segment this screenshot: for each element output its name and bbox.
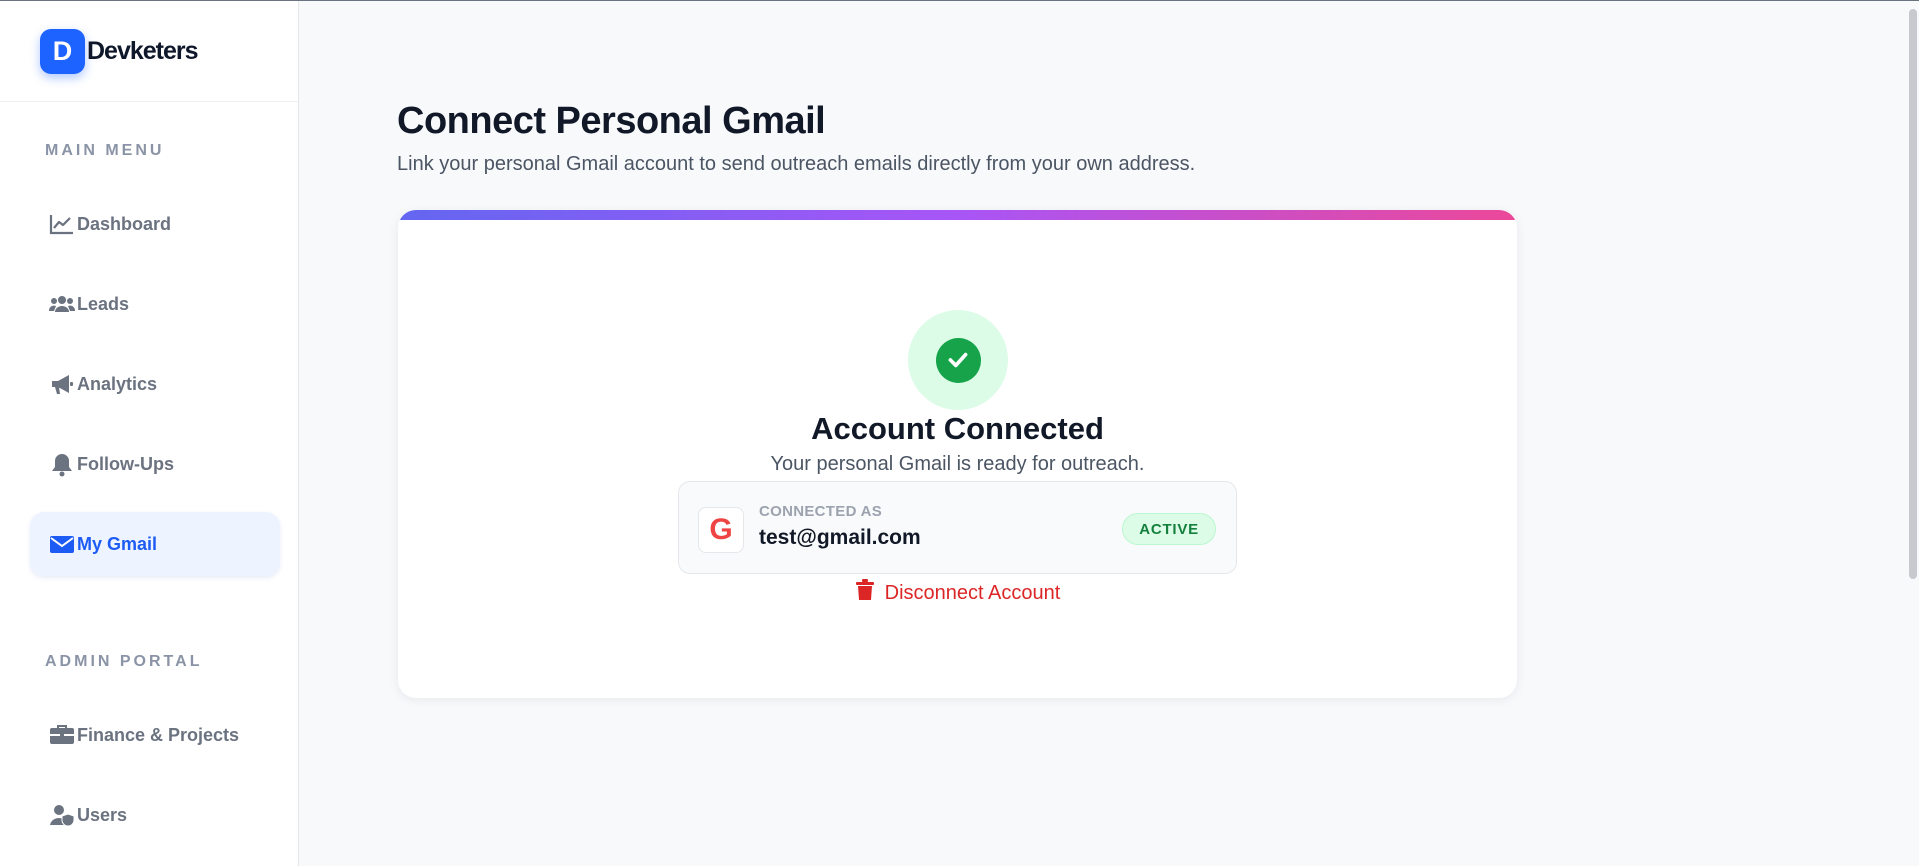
connection-subtitle: Your personal Gmail is ready for outreac… — [770, 453, 1145, 475]
main-menu-label: MAIN MENU — [45, 142, 165, 159]
page-title: Connect Personal Gmail — [397, 100, 826, 142]
envelope-icon — [49, 531, 75, 557]
status-badge: ACTIVE — [1122, 513, 1216, 545]
bell-icon — [49, 451, 75, 477]
connected-email: test@gmail.com — [759, 526, 921, 549]
sidebar-item-my-gmail[interactable]: My Gmail — [30, 512, 280, 576]
check-icon — [935, 337, 981, 383]
sidebar-item-follow-ups[interactable]: Follow-Ups — [30, 432, 280, 496]
sidebar-item-users[interactable]: Users — [30, 783, 280, 847]
google-logo-icon: G — [698, 507, 744, 553]
sidebar-item-dashboard[interactable]: Dashboard — [30, 192, 280, 256]
sidebar-item-label: Users — [77, 804, 128, 825]
sidebar-item-label: Dashboard — [77, 213, 172, 234]
sidebar-item-label: Analytics — [77, 373, 158, 394]
connected-as-label: CONNECTED AS — [759, 503, 883, 520]
admin-portal-label: ADMIN PORTAL — [45, 653, 203, 670]
success-badge — [908, 310, 1008, 410]
users-icon — [49, 291, 75, 317]
brand-logo: D — [40, 28, 85, 74]
briefcase-icon — [49, 722, 75, 748]
sidebar: D Devketers MAIN MENU Dashboard Leads An… — [0, 1, 299, 866]
sidebar-item-label: Follow-Ups — [77, 453, 174, 474]
megaphone-icon — [49, 371, 75, 397]
connected-account: G CONNECTED AS test@gmail.com ACTIVE — [678, 481, 1237, 574]
sidebar-item-label: My Gmail — [77, 533, 158, 554]
sidebar-item-analytics[interactable]: Analytics — [30, 352, 280, 416]
disconnect-account-button[interactable]: Disconnect Account — [398, 579, 1517, 607]
brand[interactable]: D Devketers — [0, 1, 298, 102]
page-description: Link your personal Gmail account to send… — [397, 153, 1196, 175]
sidebar-item-label: Leads — [77, 293, 130, 314]
sidebar-item-leads[interactable]: Leads — [30, 272, 280, 336]
gmail-connection-card: Account Connected Your personal Gmail is… — [398, 210, 1517, 698]
scrollbar[interactable] — [1909, 9, 1917, 579]
brand-name: Devketers — [87, 36, 199, 65]
trash-icon — [855, 579, 875, 607]
sidebar-item-label: Finance & Projects — [77, 724, 240, 745]
card-gradient-bar — [398, 210, 1517, 220]
user-shield-icon — [49, 802, 75, 828]
disconnect-label: Disconnect Account — [884, 581, 1061, 604]
sidebar-item-finance-projects[interactable]: Finance & Projects — [30, 703, 280, 767]
chart-line-icon — [49, 211, 75, 237]
connection-heading: Account Connected — [811, 411, 1104, 446]
